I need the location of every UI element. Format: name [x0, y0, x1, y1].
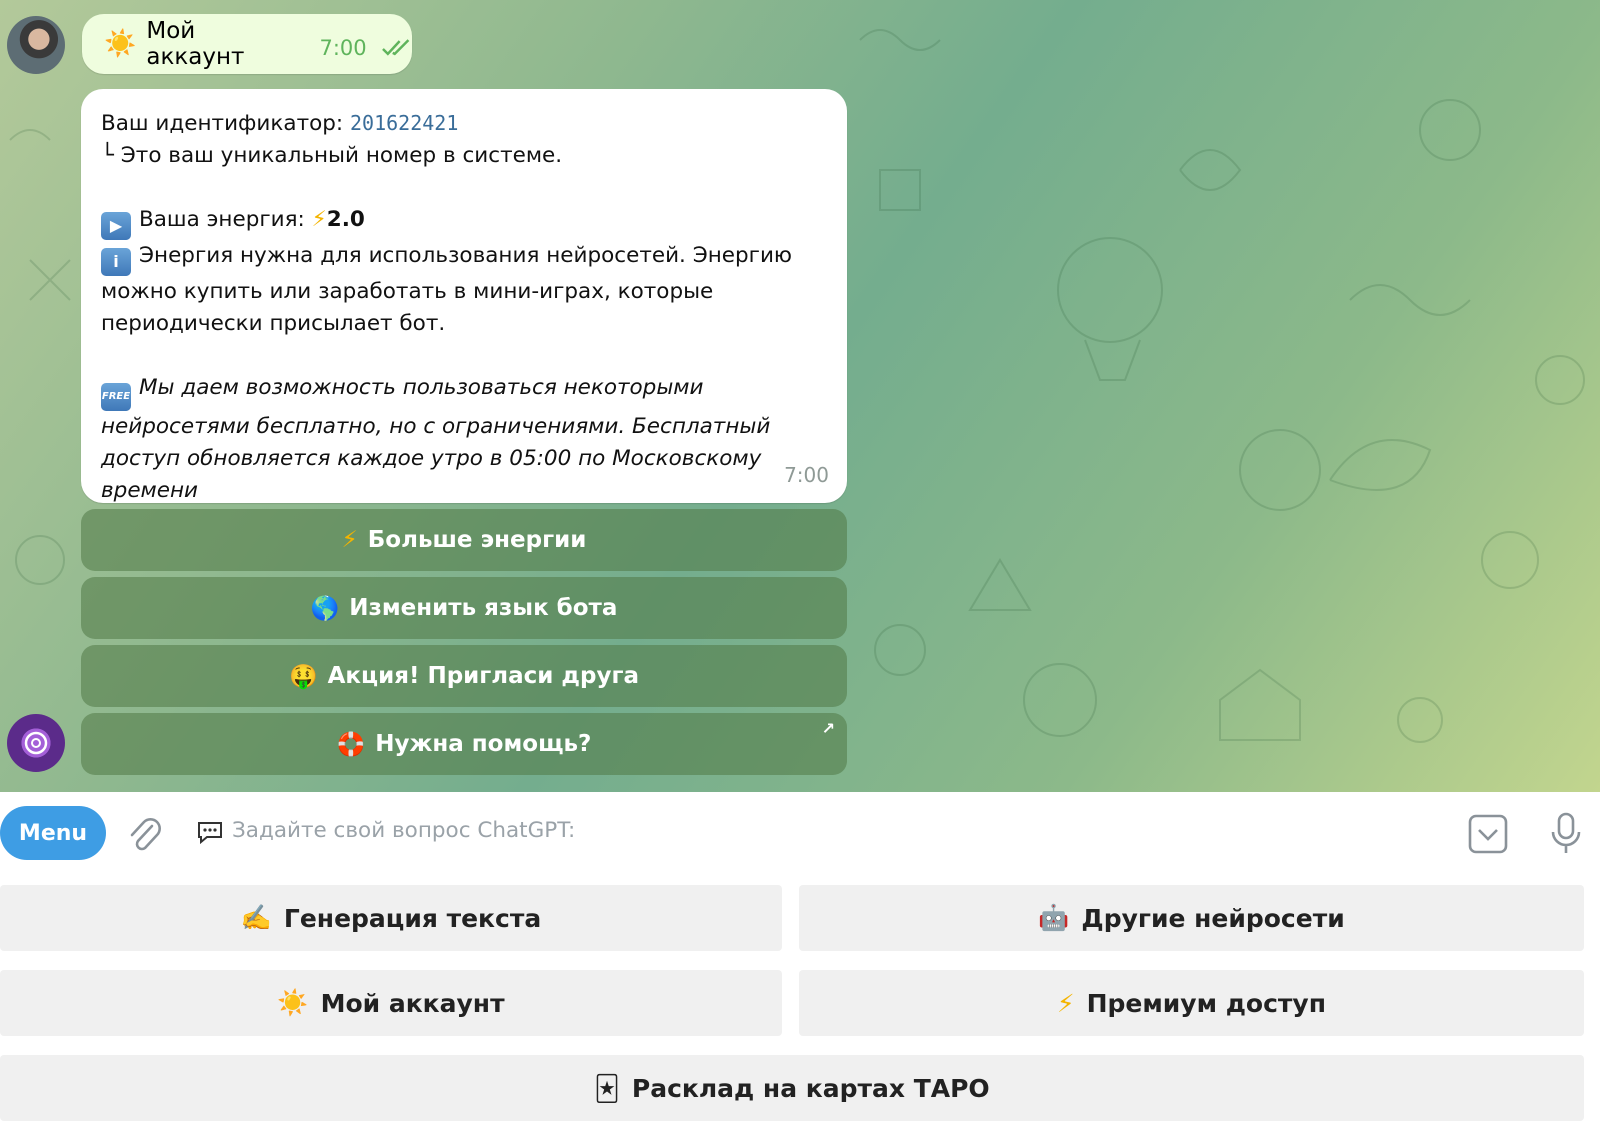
outgoing-message-text: Мой аккаунт	[146, 18, 245, 70]
info-line-2: можно купить или заработать в мини-играх…	[101, 279, 714, 304]
outgoing-message: ☀️ Мой аккаунт 7:00	[82, 14, 412, 74]
lightning-icon: ⚡	[311, 207, 327, 232]
id-label: Ваш идентификатор:	[101, 111, 344, 136]
chatgpt-logo-icon	[24, 731, 48, 755]
my-account-button[interactable]: ☀️ Мой аккаунт	[0, 970, 782, 1036]
menu-button[interactable]: Menu	[0, 806, 106, 860]
info-text-1: Энергия нужна для использования нейросет…	[139, 243, 793, 268]
play-icon: ▶	[101, 212, 131, 240]
free-icon: FREE	[101, 383, 131, 411]
more-energy-label: Больше энергии	[367, 527, 587, 553]
other-ai-label: Другие нейросети	[1081, 903, 1345, 933]
keyboard-toggle-icon[interactable]	[1468, 814, 1508, 854]
info-line-3: периодически присылает бот.	[101, 311, 446, 336]
lightning-icon: ⚡	[1057, 988, 1075, 1018]
info-line-1: i Энергия нужна для использования нейросе…	[101, 240, 827, 276]
double-check-icon	[381, 39, 409, 56]
user-avatar[interactable]	[7, 16, 65, 74]
outgoing-message-time: 7:00	[319, 36, 367, 60]
microphone-icon[interactable]	[1548, 812, 1584, 856]
free-text-1: Мы даем возможность пользоваться некотор…	[139, 375, 704, 400]
change-language-label: Изменить язык бота	[349, 595, 618, 621]
writing-hand-icon: ✍️	[240, 903, 272, 932]
lifebuoy-icon: 🛟	[336, 731, 366, 758]
energy-label: Ваша энергия:	[139, 207, 305, 232]
message-input[interactable]: Задайте свой вопрос ChatGPT:	[232, 818, 575, 843]
id-line: Ваш идентификатор: 201622421	[101, 107, 827, 140]
text-generation-button[interactable]: ✍️ Генерация текста	[0, 885, 782, 951]
change-language-button[interactable]: 🌎 Изменить язык бота	[81, 577, 847, 639]
free-line-3: доступ обновляется каждое утро в 05:00 п…	[101, 446, 762, 471]
more-energy-button[interactable]: ⚡ Больше энергии	[81, 509, 847, 571]
sun-icon: ☀️	[277, 988, 309, 1017]
robot-icon: 🤖	[1038, 903, 1070, 932]
my-account-label: Мой аккаунт	[320, 988, 505, 1018]
bot-avatar[interactable]	[7, 714, 65, 772]
premium-access-button[interactable]: ⚡ Премиум доступ	[799, 970, 1584, 1036]
paperclip-icon[interactable]	[126, 814, 162, 854]
other-ai-button[interactable]: 🤖 Другие нейросети	[799, 885, 1584, 951]
free-line-4: времени	[101, 478, 199, 503]
energy-line: ▶ Ваша энергия: ⚡2.0	[101, 204, 827, 240]
chat-bubble-icon	[198, 822, 222, 844]
info-icon: i	[101, 248, 131, 276]
id-note: └ Это ваш уникальный номер в системе.	[101, 143, 563, 168]
lightning-icon: ⚡	[341, 527, 358, 553]
invite-friend-button[interactable]: 🤑 Акция! Пригласи друга	[81, 645, 847, 707]
external-link-icon: ↗	[821, 719, 835, 738]
tarot-reading-button[interactable]: 🃏 Расклад на картах ТАРО	[0, 1055, 1584, 1121]
help-button[interactable]: 🛟 Нужна помощь? ↗	[81, 713, 847, 775]
user-id-value[interactable]: 201622421	[350, 111, 458, 135]
energy-value: 2.0	[326, 207, 365, 232]
free-line-2: нейросетями бесплатно, но с ограничениям…	[101, 414, 771, 439]
free-line-1: FREE Мы даем возможность пользоваться нек…	[101, 372, 827, 411]
money-face-icon: 🤑	[288, 663, 318, 690]
help-label: Нужна помощь?	[375, 731, 592, 757]
premium-access-label: Премиум доступ	[1086, 988, 1326, 1018]
joker-card-icon: 🃏	[594, 1073, 620, 1103]
incoming-message-time: 7:00	[784, 463, 829, 487]
invite-friend-label: Акция! Пригласи друга	[327, 663, 640, 689]
text-generation-label: Генерация текста	[283, 903, 542, 933]
incoming-message: Ваш идентификатор: 201622421 └ Это ваш у…	[81, 89, 847, 503]
globe-icon: 🌎	[310, 595, 340, 622]
sun-icon: ☀️	[104, 29, 137, 59]
tarot-reading-label: Расклад на картах ТАРО	[631, 1073, 990, 1103]
